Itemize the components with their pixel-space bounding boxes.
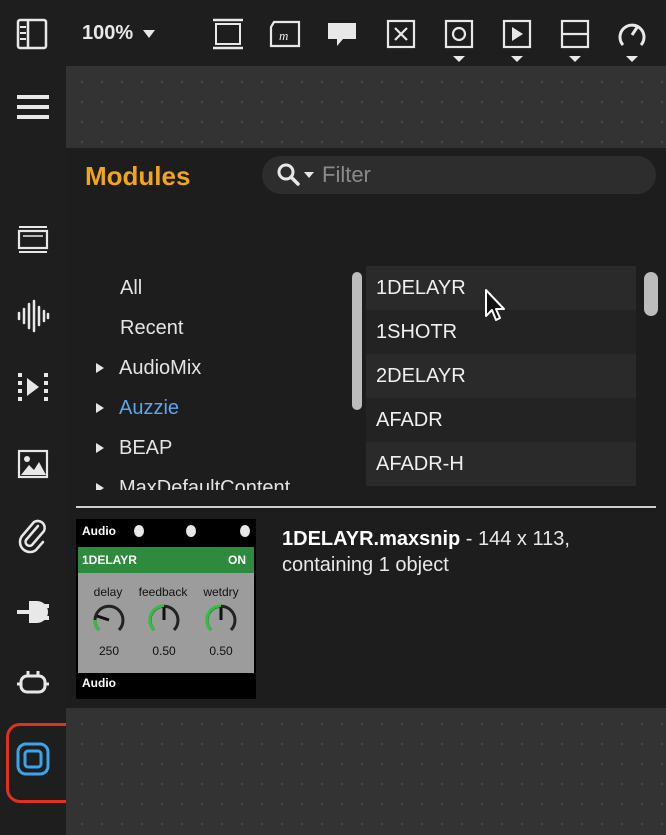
preview-description: 1DELAYR.maxsnip - 144 x 113, containing … xyxy=(282,526,642,578)
disclosure-triangle-icon[interactable] xyxy=(96,443,104,453)
disclosure-triangle-icon[interactable] xyxy=(96,403,104,413)
left-sidebar xyxy=(0,66,104,835)
media-icon[interactable] xyxy=(13,367,53,407)
category-item[interactable]: BEAP xyxy=(96,428,172,468)
inlet-icon xyxy=(240,525,250,537)
menu-icon[interactable] xyxy=(13,87,53,127)
wetdry-knob-icon xyxy=(205,604,237,632)
top-toolbar: 100% m xyxy=(0,0,666,66)
preview-header-label: Audio xyxy=(82,524,116,538)
knob-value: 0.50 xyxy=(152,644,176,658)
module-item[interactable]: AFADR xyxy=(366,398,636,442)
category-item[interactable]: All xyxy=(96,268,142,308)
knob-value: 0.50 xyxy=(209,644,233,658)
zoom-value: 100% xyxy=(82,22,134,44)
mouse-cursor-icon xyxy=(485,289,505,321)
module-label: AFADR-H xyxy=(376,452,464,475)
disclosure-triangle-icon[interactable] xyxy=(96,483,104,490)
filter-placeholder: Filter xyxy=(322,162,371,187)
category-label: Recent xyxy=(120,316,184,339)
inlet-icon xyxy=(134,525,144,537)
inlet-icon xyxy=(186,525,196,537)
category-label: All xyxy=(120,276,143,299)
module-scrollbar[interactable] xyxy=(644,272,658,316)
chevron-down-icon[interactable] xyxy=(511,56,523,62)
module-label: 1DELAYR xyxy=(376,276,466,299)
module-label: 2DELAYR xyxy=(376,364,466,387)
feedback-knob-icon xyxy=(148,604,180,632)
category-item[interactable]: Auzzie xyxy=(96,388,179,428)
preview-module-name: 1DELAYR xyxy=(82,553,137,567)
presentation-icon[interactable] xyxy=(208,14,248,54)
category-list: All Recent AudioMix Auzzie BEAP MaxDefau… xyxy=(96,268,356,490)
category-label: AudioMix xyxy=(119,356,202,379)
module-label: 1SHOTR xyxy=(376,320,458,343)
category-item[interactable]: AudioMix xyxy=(96,348,201,388)
module-item[interactable]: 2DELAYR xyxy=(366,354,636,398)
divider xyxy=(76,506,656,508)
category-label: BEAP xyxy=(119,436,173,459)
knob-label: wetdry xyxy=(203,585,239,599)
knob-label: feedback xyxy=(138,585,188,599)
module-preview[interactable]: Audio 1DELAYR ON delay feedback wetdry 2… xyxy=(76,519,256,699)
svg-text:m: m xyxy=(279,28,288,43)
comment-icon[interactable]: m xyxy=(265,14,305,54)
preview-file-name: 1DELAYR.maxsnip xyxy=(282,528,461,550)
audio-icon[interactable] xyxy=(13,296,53,336)
dial-icon[interactable] xyxy=(612,14,652,54)
panel-title: Modules xyxy=(85,161,191,191)
disclosure-triangle-icon[interactable] xyxy=(96,363,104,373)
filter-input[interactable]: Filter xyxy=(262,156,656,194)
play-icon[interactable] xyxy=(497,14,537,54)
chevron-down-icon[interactable] xyxy=(569,56,581,62)
delay-knob-icon xyxy=(93,604,125,632)
video-icon[interactable] xyxy=(13,219,53,259)
button-icon[interactable] xyxy=(439,14,479,54)
connector-icon[interactable] xyxy=(13,664,53,704)
patcher-canvas-bottom[interactable] xyxy=(66,708,666,835)
slider-icon[interactable] xyxy=(555,14,595,54)
patcher-canvas-top[interactable] xyxy=(66,66,666,148)
plug-icon[interactable] xyxy=(13,592,53,632)
category-label: MaxDefaultContent xyxy=(119,476,291,491)
zoom-dropdown[interactable]: 100% xyxy=(82,22,156,45)
preview-state: ON xyxy=(228,553,246,567)
search-icon[interactable] xyxy=(276,162,314,188)
knob-value: 250 xyxy=(98,644,120,658)
attachment-icon[interactable] xyxy=(13,516,53,556)
category-scrollbar[interactable] xyxy=(352,272,362,410)
chevron-down-icon xyxy=(143,29,156,38)
sidebar-toggle-icon[interactable] xyxy=(12,14,52,54)
preview-footer-label: Audio xyxy=(82,676,116,690)
category-label: Auzzie xyxy=(119,396,180,419)
message-icon[interactable] xyxy=(322,14,362,54)
module-label: AFADR xyxy=(376,408,443,431)
chevron-down-icon[interactable] xyxy=(626,56,638,62)
modules-browser: Modules Filter All Recent AudioMix Auzzi… xyxy=(66,148,666,708)
category-item[interactable]: Recent xyxy=(96,308,183,348)
category-item[interactable]: MaxDefaultContent xyxy=(96,468,290,490)
knob-label: delay xyxy=(93,585,123,599)
chevron-down-icon[interactable] xyxy=(453,56,465,62)
module-item[interactable]: AFADR-H xyxy=(366,442,636,486)
x-box-icon[interactable] xyxy=(381,14,421,54)
image-icon[interactable] xyxy=(13,444,53,484)
